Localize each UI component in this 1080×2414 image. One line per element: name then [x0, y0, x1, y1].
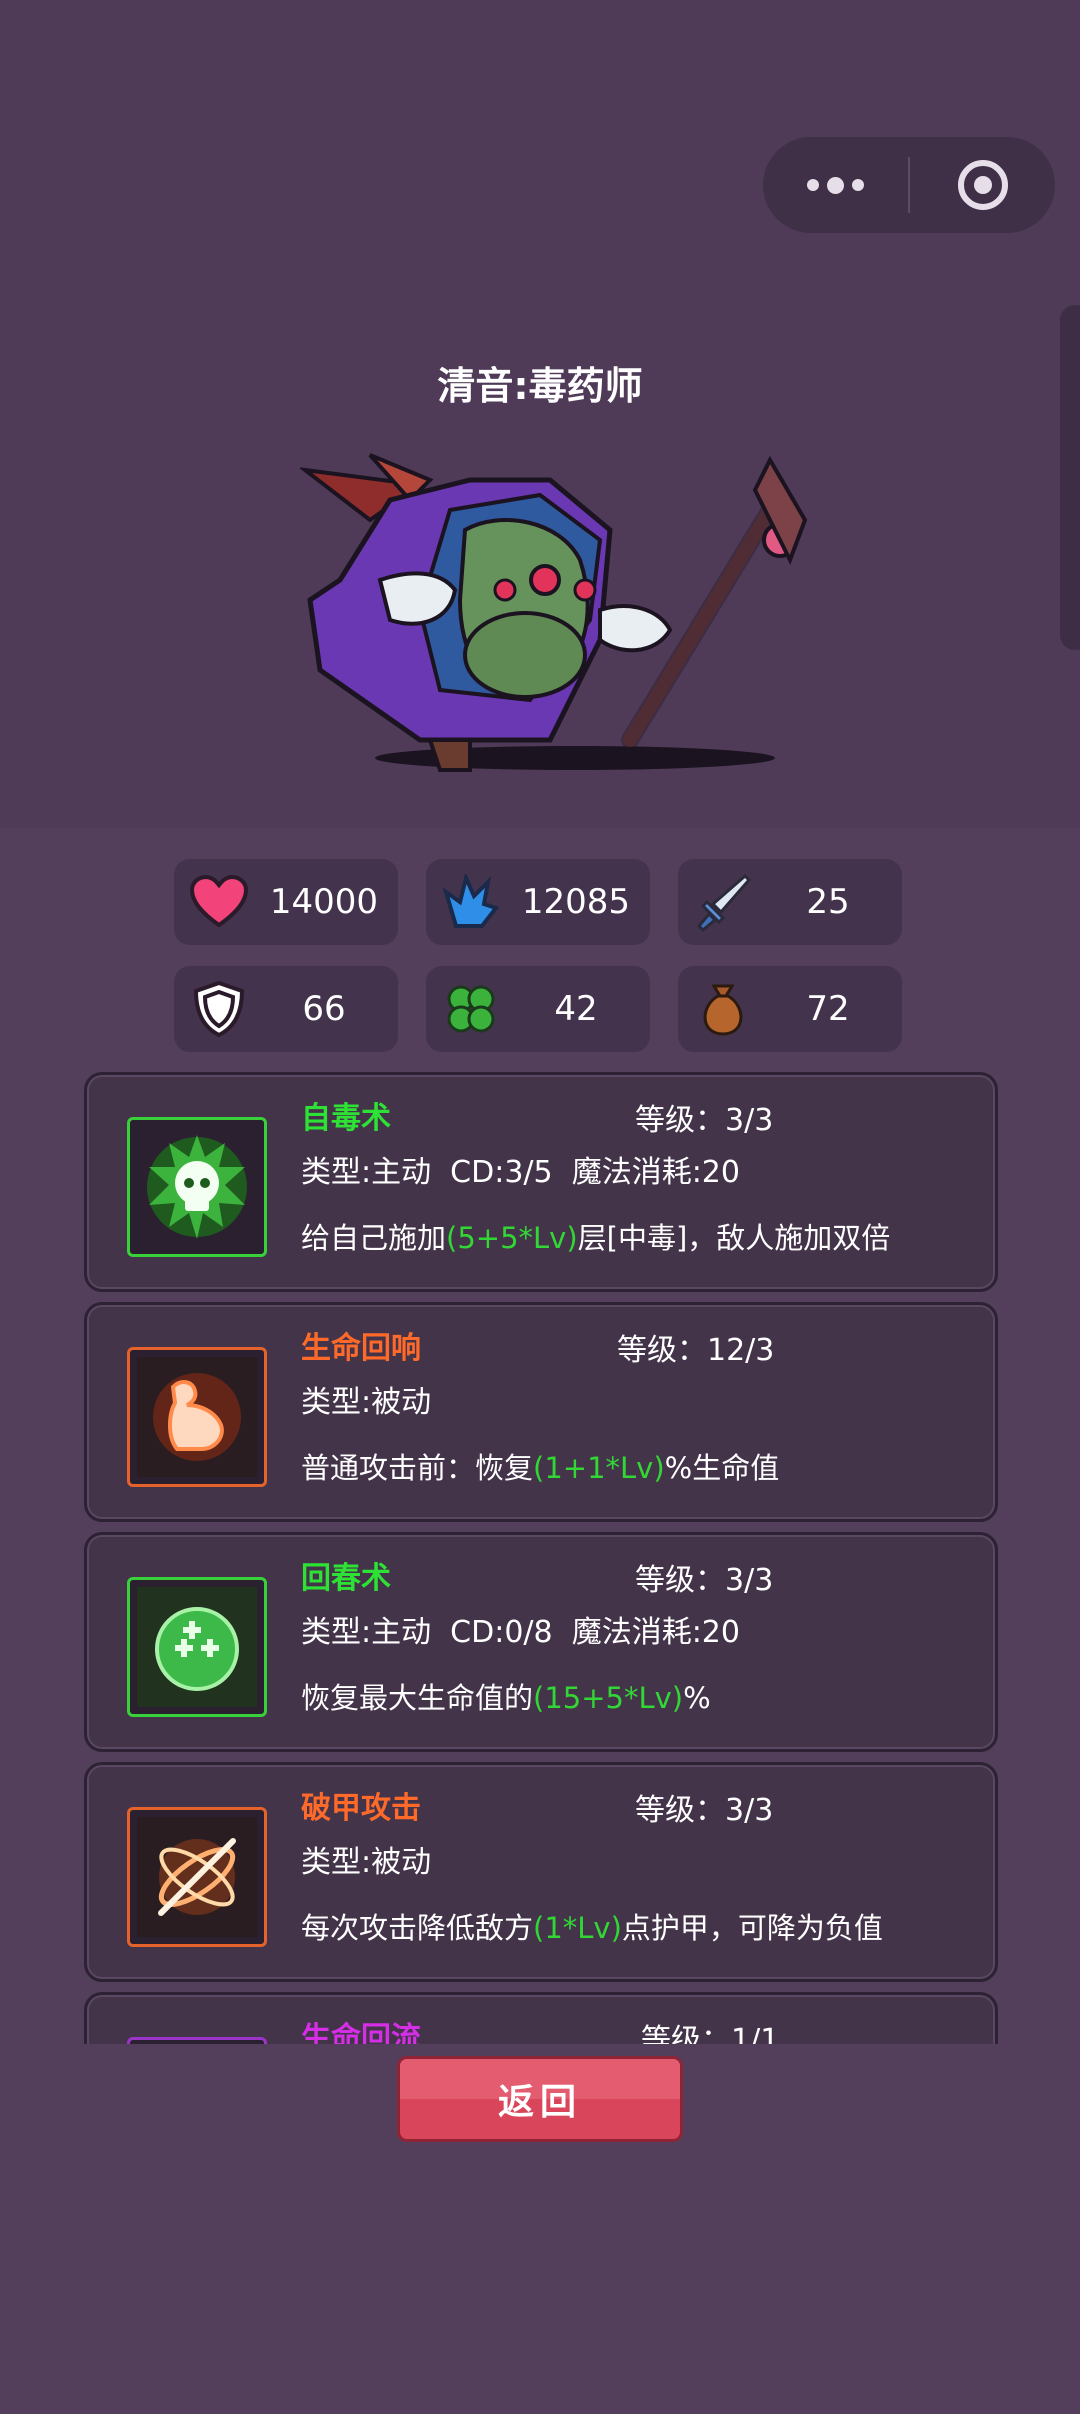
skill-type: 类型:主动 CD:3/5 魔法消耗:20 — [301, 1155, 740, 1190]
skill-card[interactable]: 破甲攻击 等级：3/3 类型:被动 每次攻击降低敌方(1*Lv)点护甲，可降为负… — [84, 1762, 998, 1982]
stat-value: 12085 — [521, 882, 631, 922]
mana-crystal-icon — [426, 859, 516, 945]
skill-card[interactable]: 生命回流 等级：1/1 — [84, 1992, 998, 2044]
skill-name: 生命回流 — [301, 2021, 421, 2044]
money-bag-icon — [678, 966, 768, 1052]
stat-value: 14000 — [269, 882, 379, 922]
skill-type: 类型:主动 CD:0/8 魔法消耗:20 — [301, 1615, 740, 1650]
skill-desc: 给自己施加(5+5*Lv)层[中毒]，敌人施加双倍 — [301, 1221, 891, 1255]
armor-break-icon — [127, 1807, 267, 1947]
skill-name: 生命回响 — [301, 1331, 421, 1366]
stat-mana: 12085 — [426, 859, 650, 945]
stat-luck: 42 — [426, 966, 650, 1052]
skill-name: 破甲攻击 — [301, 1791, 421, 1826]
stat-attack: 25 — [678, 859, 902, 945]
stat-value: 42 — [554, 989, 598, 1029]
clover-icon — [426, 966, 516, 1052]
skill-name: 回春术 — [301, 1561, 391, 1596]
skill-level: 等级：12/3 — [617, 1333, 775, 1368]
skull-burst-icon — [127, 1117, 267, 1257]
skill-card[interactable]: 生命回响 等级：12/3 类型:被动 普通攻击前：恢复(1+1*Lv)%生命值 — [84, 1302, 998, 1522]
stat-value: 25 — [806, 882, 850, 922]
skill-list[interactable]: 自毒术 等级：3/3 类型:主动 CD:3/5 魔法消耗:20 给自己施加(5+… — [84, 1072, 998, 2044]
skill-card[interactable]: 回春术 等级：3/3 类型:主动 CD:0/8 魔法消耗:20 恢复最大生命值的… — [84, 1532, 998, 1752]
skill-type: 类型:被动 — [301, 1385, 432, 1420]
skill-type: 类型:被动 — [301, 1845, 432, 1880]
back-button[interactable]: 返回 — [397, 2056, 683, 2142]
skill-level: 等级：3/3 — [635, 1563, 774, 1598]
heal-orb-icon — [127, 1577, 267, 1717]
skill-card[interactable]: 自毒术 等级：3/3 类型:主动 CD:3/5 魔法消耗:20 给自己施加(5+… — [84, 1072, 998, 1292]
life-flow-icon — [127, 2037, 267, 2044]
target-circle-icon[interactable] — [910, 137, 1055, 233]
hero-name: 清音:毒药师 — [437, 364, 643, 408]
skill-level: 等级：3/3 — [635, 1103, 774, 1138]
stat-defense: 66 — [174, 966, 398, 1052]
stat-value: 72 — [806, 989, 850, 1029]
skill-name: 自毒术 — [301, 1101, 391, 1136]
skill-desc: 普通攻击前：恢复(1+1*Lv)%生命值 — [301, 1451, 780, 1485]
skill-level: 等级：1/1 — [641, 2023, 780, 2044]
back-button-label: 返回 — [497, 2082, 582, 2123]
skill-desc: 每次攻击降低敌方(1*Lv)点护甲，可降为负值 — [301, 1911, 883, 1945]
heart-icon — [174, 859, 264, 945]
more-dots-icon[interactable] — [763, 137, 908, 233]
stat-gold: 72 — [678, 966, 902, 1052]
skill-level: 等级：3/3 — [635, 1793, 774, 1828]
skill-desc: 恢复最大生命值的(15+5*Lv)% — [301, 1681, 711, 1715]
flexed-arm-icon — [127, 1347, 267, 1487]
mini-program-capsule — [763, 137, 1055, 233]
sword-icon — [678, 859, 768, 945]
stat-hp: 14000 — [174, 859, 398, 945]
shield-icon — [174, 966, 264, 1052]
hero-portrait — [300, 453, 808, 772]
stat-value: 66 — [302, 989, 346, 1029]
